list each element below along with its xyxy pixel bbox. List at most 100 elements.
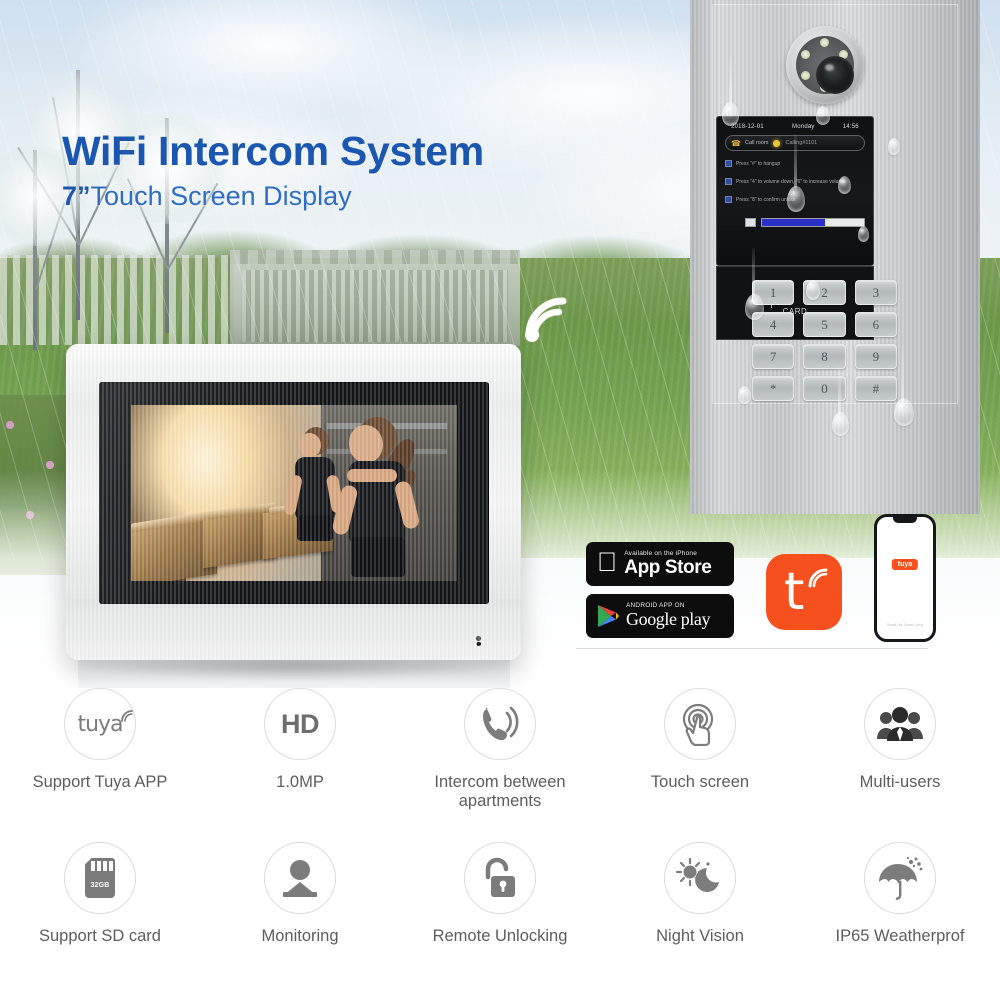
water-droplet (787, 186, 805, 212)
lcd-date: 2018-12-01 (731, 123, 764, 130)
screen-size-label: 7” (62, 181, 91, 211)
hint-bullet (725, 178, 732, 185)
feature-label: Support Tuya APP (32, 773, 168, 791)
headline-block: WiFi Intercom System 7”Touch Screen Disp… (62, 128, 484, 212)
water-droplet (816, 106, 830, 125)
feature-label: Touch screen (650, 773, 750, 791)
lcd-call-name: Calling#1101 (785, 140, 818, 146)
keypad-key[interactable]: 3 (854, 280, 897, 305)
page-subtitle: 7”Touch Screen Display (62, 181, 484, 212)
features-row-2: 32GB Support SD card Monitoring Remote U… (0, 842, 1000, 998)
feature-label: Multi-users (859, 773, 941, 791)
feature-weatherproof: IP65 Weatherprof (800, 842, 1000, 998)
feature-monitoring: Monitoring (200, 842, 400, 998)
night-vision-icon (664, 842, 736, 914)
water-streak (752, 248, 755, 296)
water-droplet (722, 102, 739, 126)
umbrella-icon (864, 842, 936, 914)
keypad-key[interactable]: 6 (854, 312, 897, 337)
water-droplet (745, 294, 764, 320)
feature-resolution: HD 1.0MP (200, 688, 400, 844)
tuya-icon: tuya (64, 688, 136, 760)
keypad-key[interactable]: # (854, 376, 897, 401)
keypad-key[interactable]: 7 (752, 344, 795, 369)
call-status-dot (772, 139, 780, 147)
lcd-weekday: Monday (792, 123, 815, 130)
keypad-key[interactable]: * (752, 376, 795, 401)
water-droplet (838, 176, 851, 194)
phone-tuya-logo: tuya (891, 559, 919, 570)
product-marketing-banner: 2018-12-01 Monday 14:56 ☎ Call room Call… (0, 0, 1000, 1000)
multi-users-icon (864, 688, 936, 760)
tuya-icon[interactable]: t (766, 554, 842, 630)
page-title: WiFi Intercom System (62, 128, 484, 174)
google-play-badge[interactable]: ANDROID APP ON Google play (586, 594, 734, 638)
phone-call-icon (464, 688, 536, 760)
feature-remote-unlocking: Remote Unlocking (400, 842, 600, 998)
water-droplet (888, 138, 900, 155)
app-store-badge[interactable]:  Available on the iPhone App Store (586, 542, 734, 586)
tuya-wordmark: tuya (77, 709, 133, 737)
camera-lens-icon (786, 26, 864, 104)
person-primary (331, 415, 435, 581)
monitor-shadow (90, 658, 500, 680)
microphone-indicator: • (476, 636, 482, 653)
features-section: tuya Support Tuya APP HD 1.0MP Intercom … (0, 688, 1000, 1000)
feature-label: Night Vision (656, 927, 744, 945)
lcd-status-bar: 2018-12-01 Monday 14:56 (717, 121, 873, 132)
keypad-key[interactable]: 5 (803, 312, 846, 337)
volume-bar (761, 218, 865, 227)
sd-card-capacity: 32GB (90, 882, 110, 889)
indoor-monitor: • (66, 344, 521, 660)
lens-glass (816, 56, 854, 94)
feature-label: Support SD card (39, 927, 161, 945)
ir-led (801, 71, 810, 80)
hint-bullet (725, 160, 732, 167)
lcd-hint-text: Press "4" to volume down, "6" to increas… (736, 178, 846, 185)
phone-footer-text: Smart Life, Smart Living (886, 623, 924, 627)
google-play-icon (597, 604, 619, 628)
lcd-hint-line: Press "8" to confirm unlock (725, 196, 796, 203)
water-streak (729, 56, 732, 104)
phone-mockup: tuya Smart Life, Smart Living (874, 514, 936, 642)
water-droplet (858, 226, 869, 242)
feature-label: 1.0MP (276, 773, 324, 791)
apple-icon:  (597, 548, 617, 576)
water-droplet (806, 280, 820, 300)
keypad-key[interactable]: 9 (854, 344, 897, 369)
keypad[interactable]: 1 2 3 4 5 6 7 8 9 * 0 # (752, 280, 897, 401)
sd-card-pins (91, 861, 113, 871)
google-play-title: Google play (626, 608, 711, 629)
phone-notch (893, 517, 917, 523)
features-row-1: tuya Support Tuya APP HD 1.0MP Intercom … (0, 688, 1000, 844)
ir-led (820, 38, 829, 47)
feature-label: Intercom between apartments (434, 773, 566, 811)
feature-multi-users: Multi-users (800, 688, 1000, 844)
lcd-hint-line: Press "4" to volume down, "6" to increas… (725, 178, 845, 185)
water-droplet (894, 398, 914, 426)
feature-label: IP65 Weatherprof (835, 927, 965, 945)
water-streak (794, 134, 797, 188)
subtitle-rest: Touch Screen Display (90, 181, 352, 211)
feature-support-tuya-app: tuya Support Tuya APP (0, 688, 200, 844)
app-badges-block:  Available on the iPhone App Store ANDR… (576, 514, 936, 654)
hd-icon: HD (264, 688, 336, 760)
feature-label: Monitoring (261, 927, 339, 945)
feature-sd-card: 32GB Support SD card (0, 842, 200, 998)
lcd-call-label: Call room (744, 140, 769, 146)
screen-video-feed (131, 405, 457, 581)
monitor-screen[interactable] (99, 382, 489, 604)
camera-ring (796, 36, 854, 94)
lcd-time: 14:56 (842, 123, 859, 130)
hint-bullet (725, 196, 732, 203)
water-streak (838, 366, 841, 414)
divider (576, 648, 928, 649)
feature-night-vision: Night Vision (600, 842, 800, 998)
wifi-icon (519, 291, 577, 343)
water-droplet (832, 412, 849, 436)
sd-card-icon: 32GB (64, 842, 136, 914)
feature-intercom: Intercom between apartments (400, 688, 600, 844)
lcd-hint-text: Press "#" to hangup (736, 160, 781, 167)
outdoor-door-station: 2018-12-01 Monday 14:56 ☎ Call room Call… (690, 0, 980, 514)
lcd-hint-line: Press "#" to hangup (725, 160, 780, 167)
